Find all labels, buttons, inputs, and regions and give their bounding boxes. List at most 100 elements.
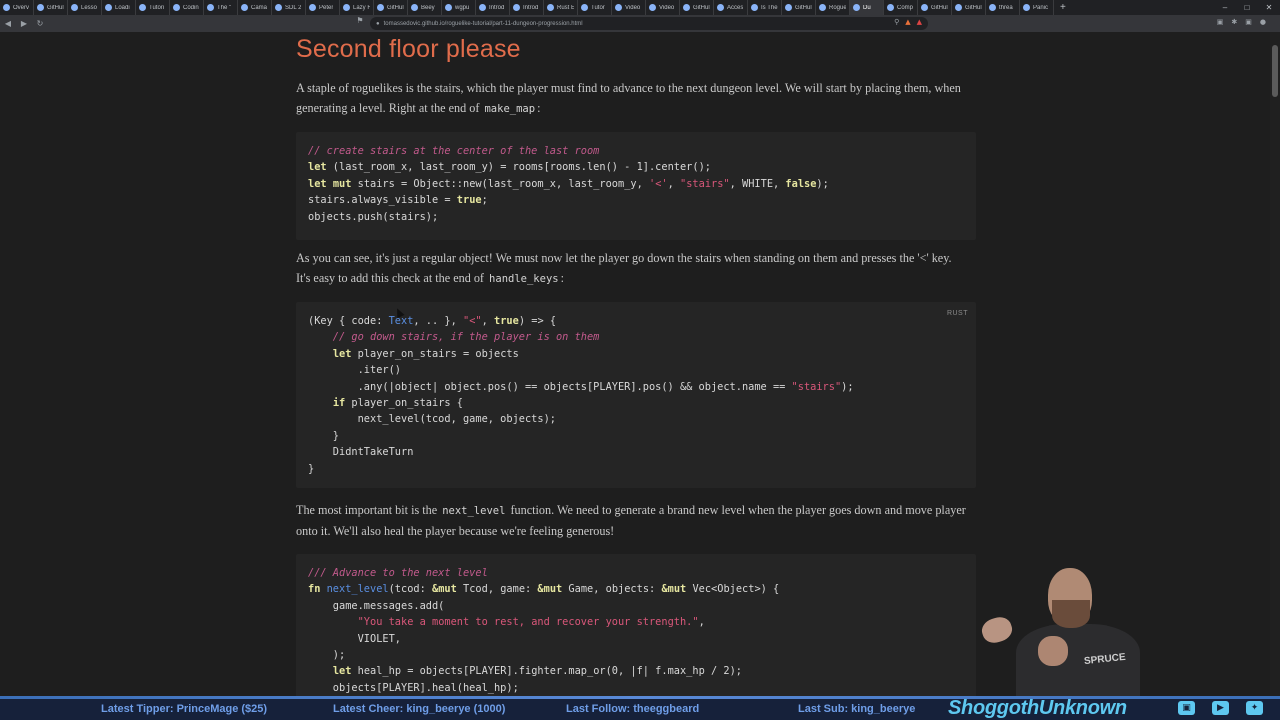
code-text: VIOLET, — [308, 632, 401, 645]
browser-tab[interactable]: threa — [986, 0, 1020, 15]
code-keyword: mut — [332, 177, 352, 190]
tab-label: Acces — [727, 4, 744, 11]
browser-tab[interactable]: Lazy F — [340, 0, 374, 15]
browser-tab[interactable]: Introd — [476, 0, 510, 15]
browser-tab[interactable]: GitHul — [918, 0, 952, 15]
warning-icon[interactable]: ▲ — [917, 18, 922, 26]
tab-label: Tutori — [149, 4, 165, 11]
code-block-handle-keys: RUST (Key { code: Text, .. }, "<", true)… — [296, 302, 976, 488]
last-sub: Last Sub: king_beerye — [798, 703, 916, 715]
browser-tab[interactable]: Du — [850, 0, 884, 15]
code-keyword: fn — [308, 583, 321, 596]
paragraph-regular-object: As you can see, it's just a regular obje… — [296, 249, 968, 289]
tab-favicon-icon — [173, 4, 180, 11]
new-tab-button[interactable]: + — [1054, 2, 1072, 13]
code-text: DidntTakeTurn — [308, 446, 414, 459]
address-bar[interactable]: ● tomassedovic.github.io/roguelike-tutor… — [370, 17, 928, 30]
maximize-icon[interactable]: □ — [1236, 0, 1258, 15]
tab-favicon-icon — [547, 4, 554, 11]
code-literal: true — [456, 194, 482, 207]
browser-tab[interactable]: Cama — [238, 0, 272, 15]
tab-label: GitHul — [965, 4, 982, 11]
browser-tab[interactable]: Introd — [510, 0, 544, 15]
browser-tab[interactable]: Video — [612, 0, 646, 15]
browser-tab[interactable]: Tutori — [136, 0, 170, 15]
extension-icon[interactable]: ▣ — [1217, 18, 1224, 26]
tab-label: Codin — [183, 4, 199, 11]
browser-tab[interactable]: wgpu — [442, 0, 476, 15]
browser-tab[interactable]: Comp — [884, 0, 918, 15]
bookmark-icon[interactable]: ⚑ — [352, 16, 368, 25]
paragraph-text: The most important bit is the — [296, 503, 441, 517]
paragraph-next-level: The most important bit is the next_level… — [296, 501, 968, 541]
shield-icon[interactable]: ▲ — [905, 18, 910, 26]
tab-favicon-icon — [241, 4, 248, 11]
reload-icon[interactable]: ↻ — [32, 19, 48, 28]
browser-tab[interactable]: Peter — [306, 0, 340, 15]
youtube-icon: ▶ — [1212, 701, 1229, 715]
browser-tab[interactable]: GitHul — [680, 0, 714, 15]
browser-tab[interactable]: Lesso — [68, 0, 102, 15]
browser-tab[interactable]: The " — [204, 0, 238, 15]
browser-tab[interactable]: GitHul — [34, 0, 68, 15]
tab-label: threa — [999, 4, 1013, 11]
tab-label: Rogue — [829, 4, 846, 11]
streamer-hand — [1038, 636, 1068, 666]
window-icon[interactable]: ▣ — [1245, 18, 1252, 26]
browser-tab[interactable]: GitHul — [952, 0, 986, 15]
code-text: heal_hp = objects[PLAYER].fighter.map_or… — [351, 665, 742, 678]
code-content: (Key { code: Text, .. }, "<", true) => {… — [296, 302, 976, 477]
code-text: , — [481, 315, 495, 327]
browser-tab[interactable]: Tutor — [578, 0, 612, 15]
browser-tab[interactable]: Overv — [0, 0, 34, 15]
tab-favicon-icon — [207, 4, 214, 11]
puzzle-icon[interactable]: ✱ — [1231, 18, 1237, 26]
tab-label: GitHul — [47, 4, 64, 11]
code-text: stairs = Object::new(last_room_x, last_r… — [351, 177, 649, 190]
code-string: "stairs" — [680, 177, 730, 190]
tab-favicon-icon — [1023, 4, 1030, 11]
minimize-icon[interactable]: – — [1214, 0, 1236, 15]
code-text: , WHITE, — [729, 177, 786, 190]
page-scrollbar[interactable] — [1270, 32, 1280, 696]
profile-icon[interactable]: ● — [1260, 18, 1266, 26]
tab-label: Rust E — [557, 4, 574, 11]
browser-tab[interactable]: Video — [646, 0, 680, 15]
back-icon[interactable]: ◀ — [0, 19, 16, 28]
scrollbar-thumb[interactable] — [1272, 45, 1278, 97]
browser-tab[interactable]: GitHul — [374, 0, 408, 15]
tab-favicon-icon — [309, 4, 316, 11]
browser-tab[interactable]: Acces — [714, 0, 748, 15]
tab-label: Lesso — [81, 4, 98, 11]
inline-code: make_map — [484, 102, 536, 115]
code-text: (Key { code: — [308, 315, 389, 327]
forward-icon[interactable]: ▶ — [16, 19, 32, 28]
code-keyword: &mut — [432, 583, 457, 596]
code-string: "stairs" — [791, 380, 842, 393]
browser-tab[interactable]: Rogue — [816, 0, 850, 15]
stream-ticker: Latest Tipper: PrinceMage ($25) Latest C… — [0, 696, 1280, 720]
tab-favicon-icon — [411, 4, 418, 11]
code-keyword: let — [308, 177, 327, 190]
tab-favicon-icon — [3, 4, 10, 11]
code-text: , .. }, — [413, 315, 464, 327]
browser-tab[interactable]: Beey — [408, 0, 442, 15]
browser-tab[interactable]: Codin — [170, 0, 204, 15]
browser-tab[interactable]: Panic — [1020, 0, 1054, 15]
browser-tab[interactable]: Is The — [748, 0, 782, 15]
search-icon[interactable]: ⚲ — [894, 18, 899, 26]
latest-tipper: Latest Tipper: PrinceMage ($25) — [101, 703, 268, 715]
language-label: RUST — [946, 310, 968, 317]
close-icon[interactable]: ✕ — [1258, 0, 1280, 15]
browser-tab[interactable]: Loadi — [102, 0, 136, 15]
last-follow: Last Follow: theeggbeard — [566, 703, 700, 715]
lock-icon: ● — [376, 20, 380, 27]
browser-tab[interactable]: Rust E — [544, 0, 578, 15]
browser-tab[interactable]: SDL 2 — [272, 0, 306, 15]
tab-favicon-icon — [275, 4, 282, 11]
tab-favicon-icon — [955, 4, 962, 11]
code-text: ); — [841, 380, 854, 393]
browser-tab[interactable]: GitHul — [782, 0, 816, 15]
